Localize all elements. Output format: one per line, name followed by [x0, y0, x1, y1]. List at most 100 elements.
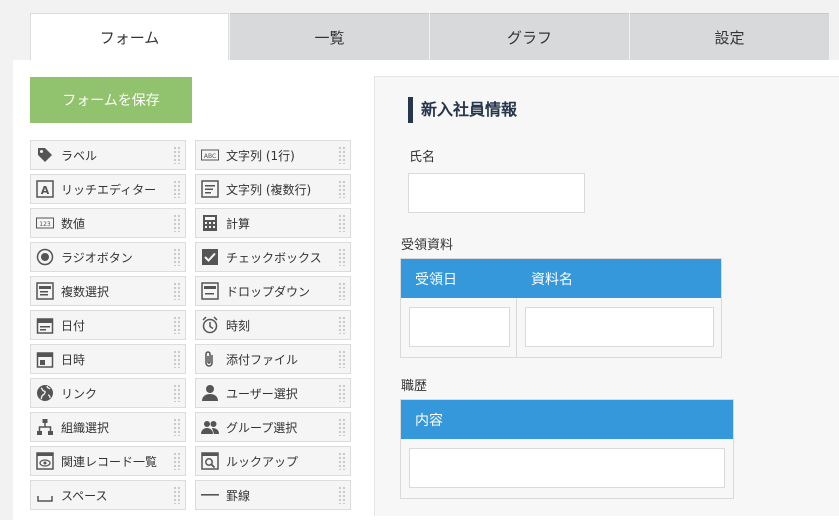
name-input[interactable]	[408, 173, 585, 213]
palette-item[interactable]: 添付ファイル	[195, 344, 351, 374]
palette-item-label: ラジオボタン	[61, 250, 133, 265]
save-form-button[interactable]: フォームを保存	[30, 77, 192, 123]
palette-item[interactable]: ユーザー選択	[195, 378, 351, 408]
palette-item-label: 文字列 (1行)	[226, 148, 295, 163]
palette-item[interactable]: 日付	[30, 310, 186, 340]
palette-item[interactable]: 時刻	[195, 310, 351, 340]
number-icon: 123	[36, 214, 54, 232]
paperclip-icon	[201, 350, 219, 368]
drag-handle-icon[interactable]	[173, 418, 181, 436]
career-content-input[interactable]	[409, 448, 725, 488]
palette-item[interactable]: グループ選択	[195, 412, 351, 442]
palette-item-label: 数値	[61, 216, 86, 231]
form-title: 新入社員情報	[408, 97, 517, 123]
palette-item-label: ユーザー選択	[226, 386, 298, 401]
palette-item-label: リンク	[61, 386, 98, 401]
user-icon	[201, 384, 219, 402]
palette-item-label: ラベル	[61, 148, 98, 163]
tab-settings[interactable]: 設定	[630, 13, 829, 60]
drag-handle-icon[interactable]	[173, 486, 181, 504]
palette-item-label: チェックボックス	[226, 250, 322, 265]
column-divider	[516, 298, 517, 357]
drag-handle-icon[interactable]	[338, 418, 346, 436]
drag-handle-icon[interactable]	[173, 384, 181, 402]
multiline-text-icon	[201, 180, 219, 198]
tab-graph[interactable]: グラフ	[430, 13, 629, 60]
palette-item-label: 日時	[61, 352, 86, 367]
palette-item[interactable]: 計算	[195, 208, 351, 238]
palette-item[interactable]: ルックアップ	[195, 446, 351, 476]
palette-item[interactable]: ドロップダウン	[195, 276, 351, 306]
drag-handle-icon[interactable]	[338, 146, 346, 164]
palette-item[interactable]: 文字列 (複数行)	[195, 174, 351, 204]
palette-item-label: グループ選択	[226, 420, 298, 435]
palette-item-label: ドロップダウン	[226, 284, 311, 299]
group-icon	[201, 418, 219, 436]
related-records-icon	[36, 452, 54, 470]
palette-item[interactable]: 複数選択	[30, 276, 186, 306]
palette-item-label: 添付ファイル	[226, 352, 299, 367]
palette-item[interactable]: 日時	[30, 344, 186, 374]
drag-handle-icon[interactable]	[338, 384, 346, 402]
document-name-input[interactable]	[525, 307, 714, 347]
dropdown-icon	[201, 282, 219, 300]
column-header-document-name: 資料名	[531, 271, 573, 288]
palette-item[interactable]: ABC 文字列 (1行)	[195, 140, 351, 170]
drag-handle-icon[interactable]	[338, 214, 346, 232]
org-icon	[36, 418, 54, 436]
palette-item-label: ルックアップ	[226, 454, 299, 469]
palette-item-label: 計算	[226, 216, 251, 231]
drag-handle-icon[interactable]	[173, 350, 181, 368]
palette-item[interactable]: ラジオボタン	[30, 242, 186, 272]
radio-icon	[36, 248, 54, 266]
palette-item[interactable]: 関連レコード一覧	[30, 446, 186, 476]
drag-handle-icon[interactable]	[173, 146, 181, 164]
received-table-header: 受領日 資料名	[401, 259, 721, 298]
lookup-icon	[201, 452, 219, 470]
multi-select-icon	[36, 282, 54, 300]
drag-handle-icon[interactable]	[338, 452, 346, 470]
abc-icon: ABC	[201, 146, 219, 164]
drag-handle-icon[interactable]	[173, 180, 181, 198]
career-table: 内容	[400, 399, 734, 499]
drag-handle-icon[interactable]	[173, 282, 181, 300]
palette-item-label: 時刻	[226, 318, 251, 333]
drag-handle-icon[interactable]	[338, 316, 346, 334]
drag-handle-icon[interactable]	[338, 180, 346, 198]
tag-icon	[36, 146, 54, 164]
globe-icon	[36, 384, 54, 402]
drag-handle-icon[interactable]	[173, 316, 181, 334]
tab-form[interactable]: フォーム	[30, 13, 229, 61]
alarm-clock-icon	[201, 316, 219, 334]
checkbox-icon	[201, 248, 219, 266]
column-header-content: 内容	[415, 412, 443, 429]
space-icon	[36, 486, 54, 504]
career-table-label: 職歴	[401, 379, 428, 394]
drag-handle-icon[interactable]	[338, 350, 346, 368]
palette-item[interactable]: 123 数値	[30, 208, 186, 238]
tab-bar: フォーム 一覧 グラフ 設定	[30, 13, 839, 61]
palette-item[interactable]: ラベル	[30, 140, 186, 170]
palette-item-label: 複数選択	[61, 284, 110, 299]
drag-handle-icon[interactable]	[173, 248, 181, 266]
palette-item[interactable]: チェックボックス	[195, 242, 351, 272]
name-field-label: 氏名	[409, 150, 436, 165]
palette-item[interactable]: 罫線	[195, 480, 351, 510]
drag-handle-icon[interactable]	[338, 282, 346, 300]
palette-item[interactable]: 組織選択	[30, 412, 186, 442]
svg-text:ABC: ABC	[204, 153, 216, 160]
received-date-input[interactable]	[409, 307, 510, 347]
calculator-icon	[201, 214, 219, 232]
received-table-label: 受領資料	[401, 238, 454, 253]
tab-list[interactable]: 一覧	[230, 13, 429, 60]
drag-handle-icon[interactable]	[338, 486, 346, 504]
drag-handle-icon[interactable]	[173, 214, 181, 232]
drag-handle-icon[interactable]	[173, 452, 181, 470]
line-icon	[201, 486, 219, 504]
datetime-icon	[36, 350, 54, 368]
palette-item[interactable]: リンク	[30, 378, 186, 408]
palette-item[interactable]: A リッチエディター	[30, 174, 186, 204]
palette-item[interactable]: スペース	[30, 480, 186, 510]
drag-handle-icon[interactable]	[338, 248, 346, 266]
calendar-icon	[36, 316, 54, 334]
